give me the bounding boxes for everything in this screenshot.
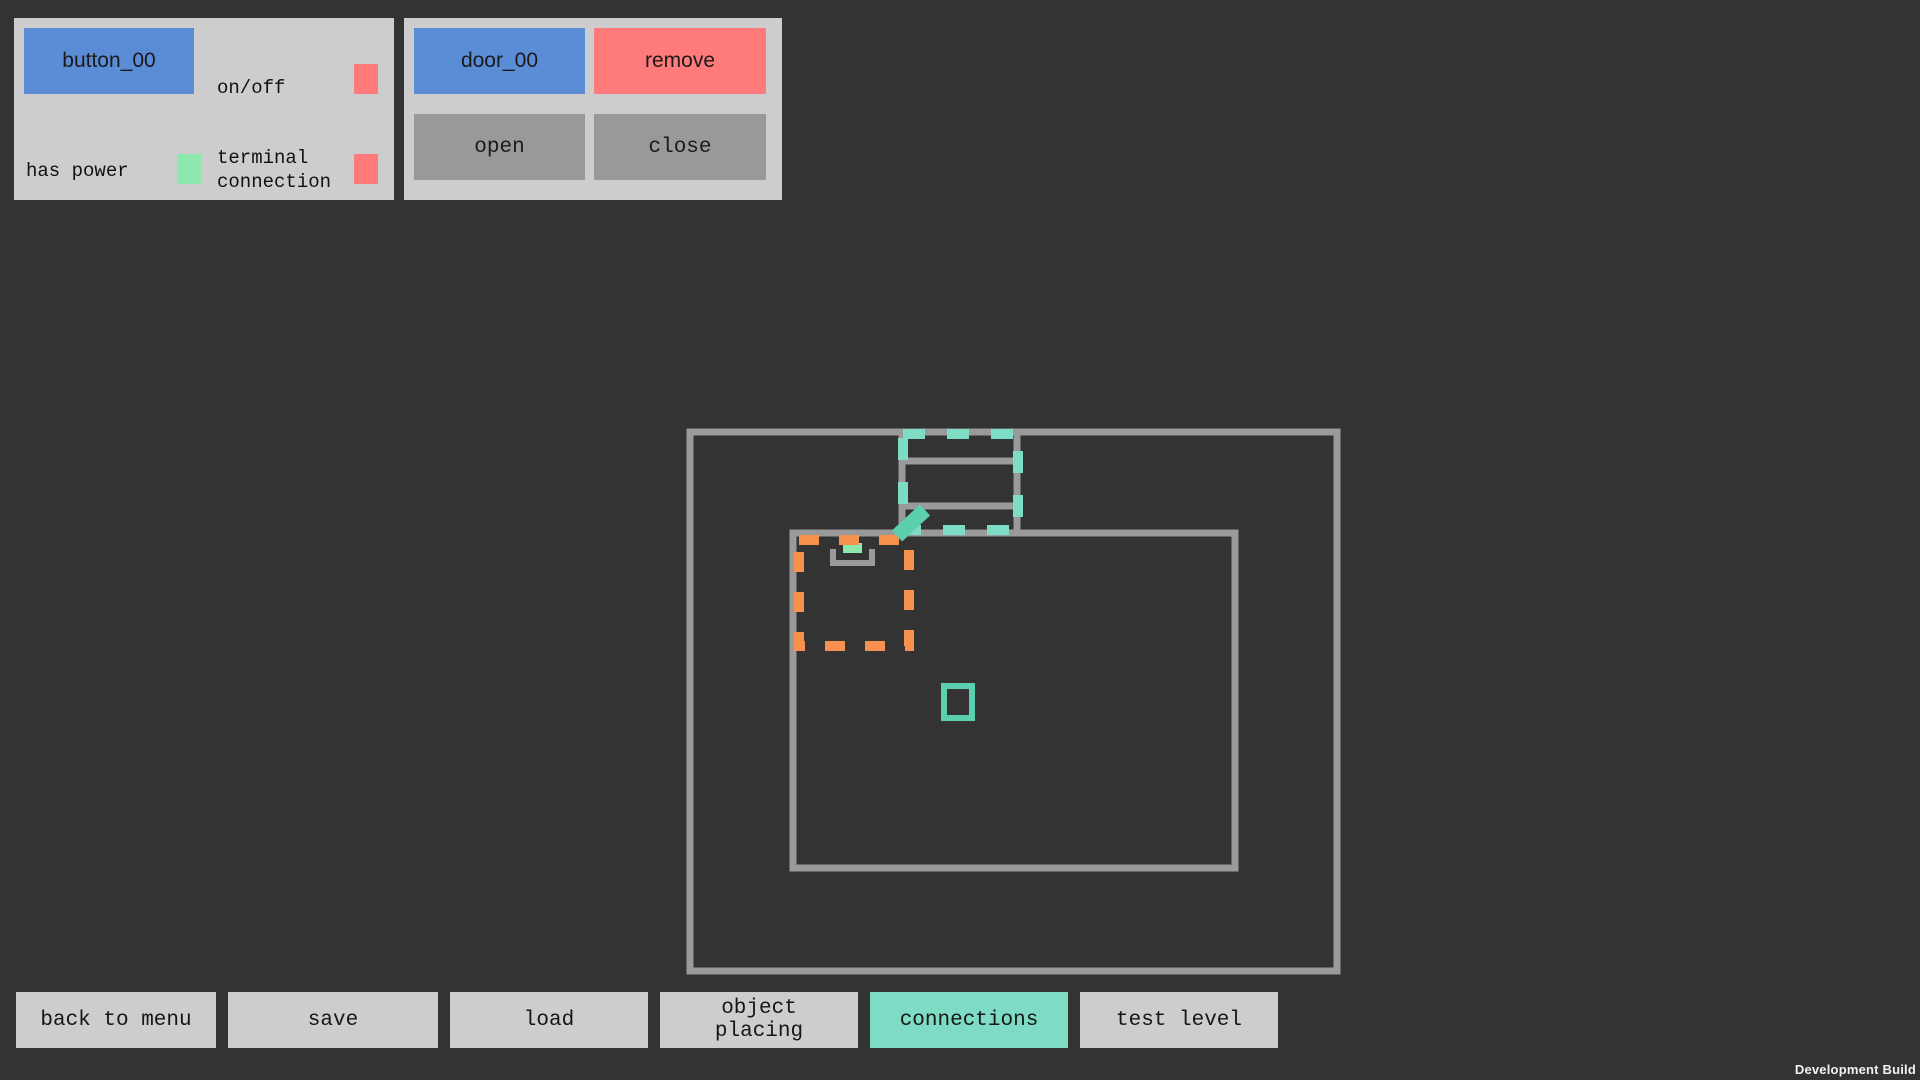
state-indicator-on-off	[354, 64, 378, 94]
open-door-button[interactable]: open	[414, 114, 585, 180]
toolbar-test-level-button[interactable]: test level	[1080, 992, 1278, 1048]
toolbar-connections-button[interactable]: connections	[870, 992, 1068, 1048]
close-door-button[interactable]: close	[594, 114, 766, 180]
toolbar-save-button[interactable]: save	[228, 992, 438, 1048]
door-inspector-panel: door_00 remove open close	[404, 18, 782, 200]
app-root: button_00 on/off has power terminal conn…	[0, 0, 1920, 1080]
connection-cursor-icon	[891, 504, 931, 542]
property-label-terminal-connection: terminal connection	[217, 147, 332, 193]
remove-door-button[interactable]: remove	[594, 28, 766, 94]
property-label-has-power: has power	[26, 160, 129, 182]
terminal-marker	[941, 683, 975, 721]
bottom-toolbar: back to menu save load object placing co…	[16, 992, 1278, 1048]
toolbar-back-to-menu-button[interactable]: back to menu	[16, 992, 216, 1048]
room-inner-wall	[789, 529, 1239, 872]
selection-box-door-00	[898, 429, 1023, 535]
property-label-on-off: on/off	[217, 77, 286, 99]
selection-box-button-00	[794, 535, 914, 651]
development-build-watermark: Development Build	[1794, 1062, 1916, 1077]
object-button-00-power-indicator	[843, 543, 862, 553]
toolbar-object-placing-button[interactable]: object placing	[660, 992, 858, 1048]
toolbar-load-button[interactable]: load	[450, 992, 648, 1048]
room-outer-wall	[686, 428, 1341, 975]
state-indicator-terminal-connection	[354, 154, 378, 184]
object-button-00-housing	[830, 549, 875, 566]
button-object-name-button[interactable]: button_00	[24, 28, 194, 94]
door-object-name-button[interactable]: door_00	[414, 28, 585, 94]
state-indicator-has-power	[177, 154, 201, 184]
button-inspector-panel: button_00 on/off has power terminal conn…	[14, 18, 394, 200]
